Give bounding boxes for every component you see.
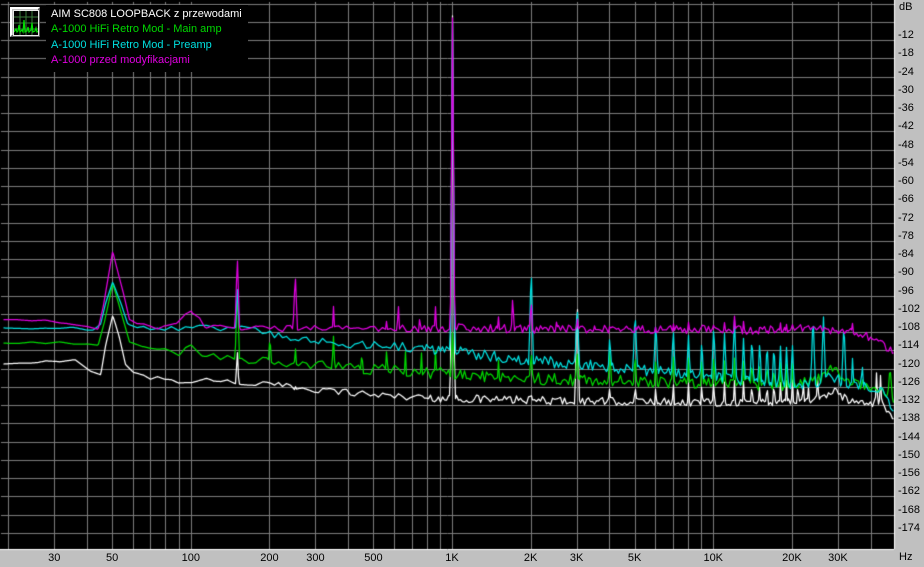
- freq-axis-label: 1K: [445, 552, 459, 564]
- db-axis-label: -72: [898, 211, 914, 224]
- db-axis-label: -132: [898, 394, 921, 407]
- freq-axis-label: 100: [181, 552, 200, 564]
- freq-axis-label: 20K: [782, 552, 802, 564]
- db-axis-label: -156: [898, 467, 921, 480]
- db-unit-label: dB: [899, 1, 913, 13]
- db-axis-label: -60: [898, 175, 914, 188]
- legend: AIM SC808 LOOPBACK z przewodami A-1000 Hi…: [46, 5, 248, 72]
- spectrum-analyzer-icon: [13, 10, 39, 36]
- db-axis-label: -24: [898, 65, 914, 78]
- db-axis-label: -162: [898, 485, 921, 498]
- legend-item-1: AIM SC808 LOOPBACK z przewodami: [51, 8, 242, 20]
- db-axis-label: -36: [898, 102, 914, 115]
- db-axis-label: -48: [898, 138, 914, 151]
- freq-axis-label: 5K: [627, 552, 642, 564]
- freq-axis-label: 10K: [703, 552, 724, 564]
- legend-item-3: A-1000 HiFi Retro Mod - Preamp: [51, 38, 212, 51]
- spectrum-icon-button[interactable]: [10, 7, 40, 37]
- db-axis-label: -144: [898, 430, 921, 443]
- db-axis-label: -54: [898, 156, 914, 169]
- db-axis-label: -42: [898, 120, 914, 133]
- db-axis-label: -102: [898, 302, 921, 315]
- db-axis-label: -108: [898, 321, 921, 334]
- db-axis-label: -78: [898, 229, 914, 242]
- freq-axis-label: 30K: [828, 552, 848, 564]
- db-axis-label: -126: [898, 375, 921, 388]
- freq-axis-label: 200: [260, 552, 279, 564]
- freq-axis-label: 2K: [523, 552, 538, 564]
- legend-item-4: A-1000 przed modyfikacjami: [51, 54, 190, 67]
- db-axis-label: -90: [898, 266, 914, 279]
- db-axis-label: -12: [898, 29, 914, 41]
- hz-unit-label: Hz: [899, 551, 913, 563]
- db-axis-label: -150: [898, 448, 921, 461]
- db-axis-label: -168: [898, 503, 921, 516]
- db-axis-label: -84: [898, 248, 914, 261]
- db-axis-label: -96: [898, 284, 914, 297]
- freq-axis-label: 30: [48, 552, 61, 564]
- db-axis-label: -30: [898, 83, 914, 96]
- freq-axis-label: 3K: [569, 552, 584, 564]
- spectrum-analyzer-window: AIM SC808 LOOPBACK z przewodami A-1000 Hi…: [0, 0, 924, 567]
- db-axis-label: -174: [898, 521, 921, 534]
- legend-item-2: A-1000 HiFi Retro Mod - Main amp: [51, 23, 222, 36]
- db-axis-label: -114: [898, 339, 920, 352]
- freq-axis-label: 500: [364, 552, 383, 564]
- freq-axis-label: 300: [306, 552, 325, 564]
- freq-axis-label: 50: [106, 552, 119, 564]
- db-axis-label: -66: [898, 193, 914, 206]
- db-axis-label: -120: [898, 357, 921, 370]
- db-axis-label: -18: [898, 47, 914, 60]
- spectrum-plot: [0, 0, 924, 567]
- db-axis-label: -138: [898, 412, 921, 425]
